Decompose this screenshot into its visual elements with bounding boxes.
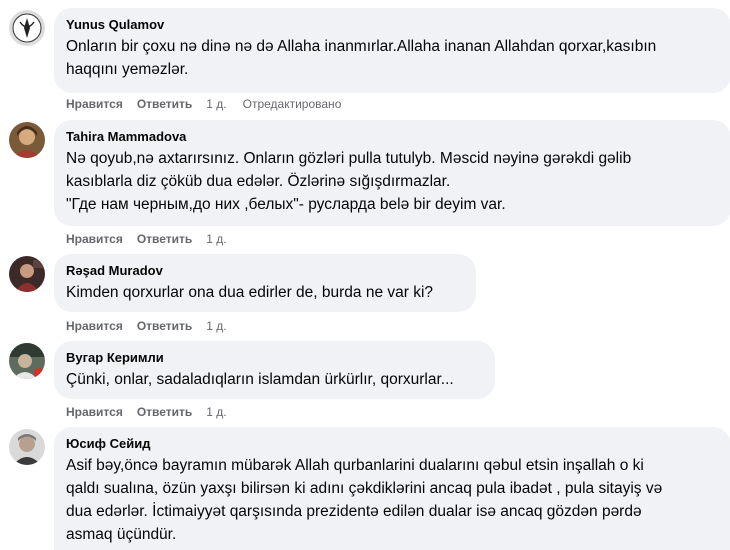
comment-line: haqqını yeməzlər. <box>66 61 189 78</box>
like-button[interactable]: Нравится <box>66 319 123 333</box>
reply-button[interactable]: Ответить <box>137 319 192 333</box>
avatar[interactable] <box>9 429 45 465</box>
like-button[interactable]: Нравится <box>66 405 123 419</box>
avatar-emblem-icon <box>9 10 45 46</box>
comment-actions: Нравится Ответить 1 д. <box>66 318 243 334</box>
comment-line: qaldı sualına, özün yaxşı bilirsən ki ad… <box>66 480 663 497</box>
edited-label: Отредактировано <box>242 97 342 111</box>
comment-line: dua edərlər. İctimaiyyət qarşısında prez… <box>66 503 642 520</box>
comment-author[interactable]: Вугар Керимли <box>66 349 483 366</box>
comment-timestamp[interactable]: 1 д. <box>206 97 226 111</box>
comment-author[interactable]: Юсиф Сейид <box>66 435 719 452</box>
comment-timestamp[interactable]: 1 д. <box>206 405 226 419</box>
comment-line: "Где нам черным,до них ,белых"- русларда… <box>66 196 506 213</box>
comment-line: asmaq üçündür. <box>66 526 177 543</box>
reply-button[interactable]: Ответить <box>137 97 192 111</box>
comment-line: Çünki, onlar, sadaladıqların islamdan ür… <box>66 371 454 388</box>
avatar-photo-icon <box>9 429 45 465</box>
like-button[interactable]: Нравится <box>66 97 123 111</box>
comment-line: Nə qoyub,nə axtarırsınız. Onların gözlər… <box>66 150 632 167</box>
comment-bubble: Юсиф Сейид Asif bəy,öncə bayramın mübarə… <box>54 427 730 550</box>
avatar[interactable] <box>9 256 45 292</box>
comment-actions: Нравится Ответить 1 д. Отредактировано <box>66 96 341 112</box>
comment-bubble: Вугар Керимли Çünki, onlar, sadaladıqlar… <box>54 341 495 399</box>
comment-actions: Нравится Ответить 1 д. <box>66 404 243 420</box>
comment-text: Asif bəy,öncə bayramın mübarək Allah qur… <box>66 454 719 546</box>
avatar[interactable] <box>9 122 45 158</box>
comment-author[interactable]: Rəşad Muradov <box>66 262 464 279</box>
comment-timestamp[interactable]: 1 д. <box>206 319 226 333</box>
comment-author[interactable]: Tahira Mammadova <box>66 128 719 145</box>
like-button[interactable]: Нравится <box>66 232 123 246</box>
avatar-photo-icon <box>9 122 45 158</box>
comment-text: Onların bir çoxu nə dinə nə də Allaha in… <box>66 35 719 81</box>
comment-timestamp[interactable]: 1 д. <box>206 232 226 246</box>
comment-bubble: Tahira Mammadova Nə qoyub,nə axtarırsını… <box>54 120 730 226</box>
comment-bubble: Yunus Qulamov Onların bir çoxu nə dinə n… <box>54 8 730 93</box>
comment-line: Kimden qorxurlar ona dua edirler de, bur… <box>66 284 434 301</box>
comment-actions: Нравится Ответить 1 д. <box>66 231 243 247</box>
comment-author[interactable]: Yunus Qulamov <box>66 16 719 33</box>
avatar[interactable] <box>9 10 45 46</box>
avatar-photo-icon <box>9 343 45 379</box>
reply-button[interactable]: Ответить <box>137 405 192 419</box>
comment-text: Nə qoyub,nə axtarırsınız. Onların gözlər… <box>66 147 719 216</box>
reply-button[interactable]: Ответить <box>137 232 192 246</box>
comment-text: Kimden qorxurlar ona dua edirler de, bur… <box>66 281 464 304</box>
avatar[interactable] <box>9 343 45 379</box>
comment-text: Çünki, onlar, sadaladıqların islamdan ür… <box>66 368 483 391</box>
comment-line: kasıblarla diz çöküb dua edələr. Özlərin… <box>66 173 451 190</box>
comment-line: Onların bir çoxu nə dinə nə də Allaha in… <box>66 38 657 55</box>
comment-line: Asif bəy,öncə bayramın mübarək Allah qur… <box>66 457 644 474</box>
avatar-photo-icon <box>9 256 45 292</box>
comment-bubble: Rəşad Muradov Kimden qorxurlar ona dua e… <box>54 254 476 312</box>
